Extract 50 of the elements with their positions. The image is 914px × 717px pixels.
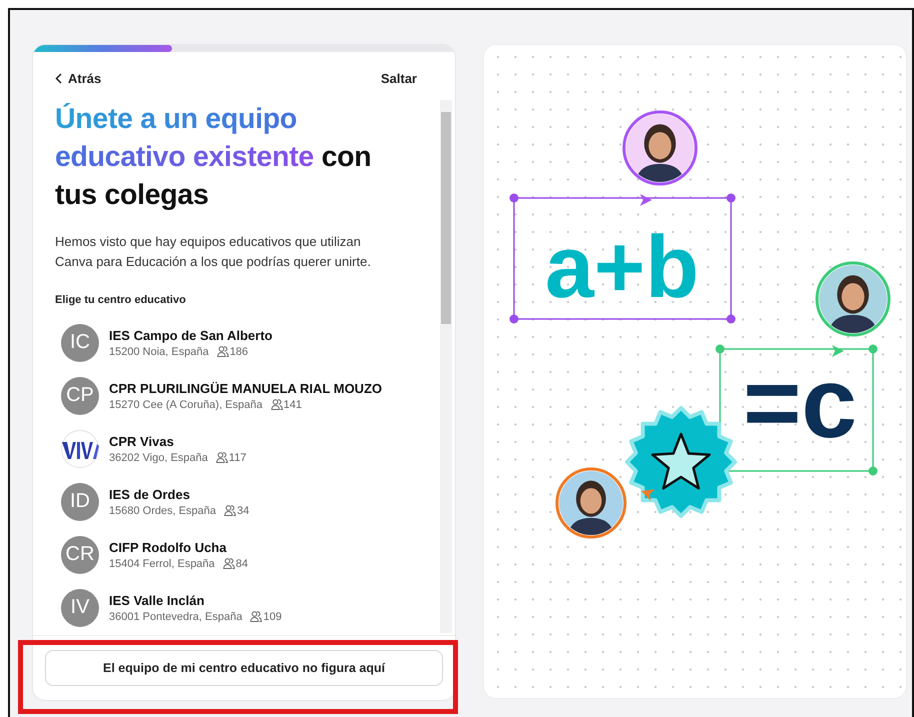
- school-location: 36202 Vigo, España: [109, 452, 208, 464]
- resize-handle[interactable]: [868, 344, 878, 354]
- list-label: Elige tu centro educativo: [55, 294, 187, 306]
- school-name[interactable]: CPR Vivas: [109, 434, 246, 448]
- star-badge-drawing[interactable]: [625, 406, 737, 518]
- resize-handle[interactable]: [726, 314, 736, 324]
- school-avatar: IV: [61, 588, 99, 626]
- description: Hemos visto que hay equipos educativos que utilizan Canva para Educación a los que podrías querer unirte.: [55, 233, 372, 271]
- members-icon: [224, 505, 236, 516]
- school-location: 15680 Ordes, España: [109, 504, 216, 516]
- skip-button[interactable]: Saltar: [380, 70, 417, 86]
- school-name[interactable]: IES Campo de San Alberto: [109, 328, 272, 342]
- school-name[interactable]: CPR PLURILINGÜE MANUELA RIAL MOUZO: [109, 380, 382, 396]
- selection-frame[interactable]: [719, 348, 874, 472]
- back-button[interactable]: Atrás: [55, 70, 102, 86]
- back-chevron-icon: [55, 72, 62, 84]
- school-name[interactable]: CIFP Rodolfo Ucha: [109, 540, 248, 554]
- member-count: 109: [263, 610, 282, 622]
- cursor-icon: [640, 194, 652, 206]
- members-icon: [216, 452, 228, 463]
- resize-handle[interactable]: [726, 194, 736, 202]
- school-avatar: ID: [61, 482, 99, 520]
- school-name[interactable]: IES de Ordes: [109, 486, 250, 502]
- resize-handle[interactable]: [510, 194, 518, 202]
- school-avatar: IC: [61, 324, 99, 362]
- member-count: 186: [230, 346, 248, 358]
- school-avatar: CR: [61, 536, 99, 574]
- school-location: 15270 Cee (A Coruña), España: [109, 398, 262, 410]
- school-location: 36001 Pontevedra, España: [109, 610, 242, 622]
- resize-handle[interactable]: [868, 466, 878, 476]
- cursor-icon: [641, 489, 655, 501]
- member-count: 84: [236, 558, 248, 570]
- members-icon: [250, 611, 262, 622]
- school-location: 15200 Noia, España: [109, 346, 209, 358]
- member-count: 34: [237, 504, 250, 516]
- resize-handle[interactable]: [716, 344, 724, 354]
- members-icon: [270, 399, 282, 410]
- scrollbar[interactable]: [440, 100, 452, 633]
- canvas-text[interactable]: =c: [743, 347, 857, 459]
- members-icon: [216, 346, 229, 357]
- school-location: 15404 Ferrol, España: [109, 558, 215, 570]
- members-icon: [222, 558, 235, 569]
- resize-handle[interactable]: [510, 314, 518, 324]
- school-name[interactable]: IES Valle Inclán: [109, 592, 282, 608]
- title: Únete a un equipo educativo existente con tus colegas: [54, 102, 372, 213]
- member-count: 141: [284, 398, 302, 410]
- cursor-icon: [832, 345, 844, 357]
- member-count: 117: [228, 452, 246, 464]
- not-listed-button[interactable]: El equipo de mi centro educativo no figura aquí: [45, 650, 443, 686]
- school-avatar: CP: [61, 376, 99, 414]
